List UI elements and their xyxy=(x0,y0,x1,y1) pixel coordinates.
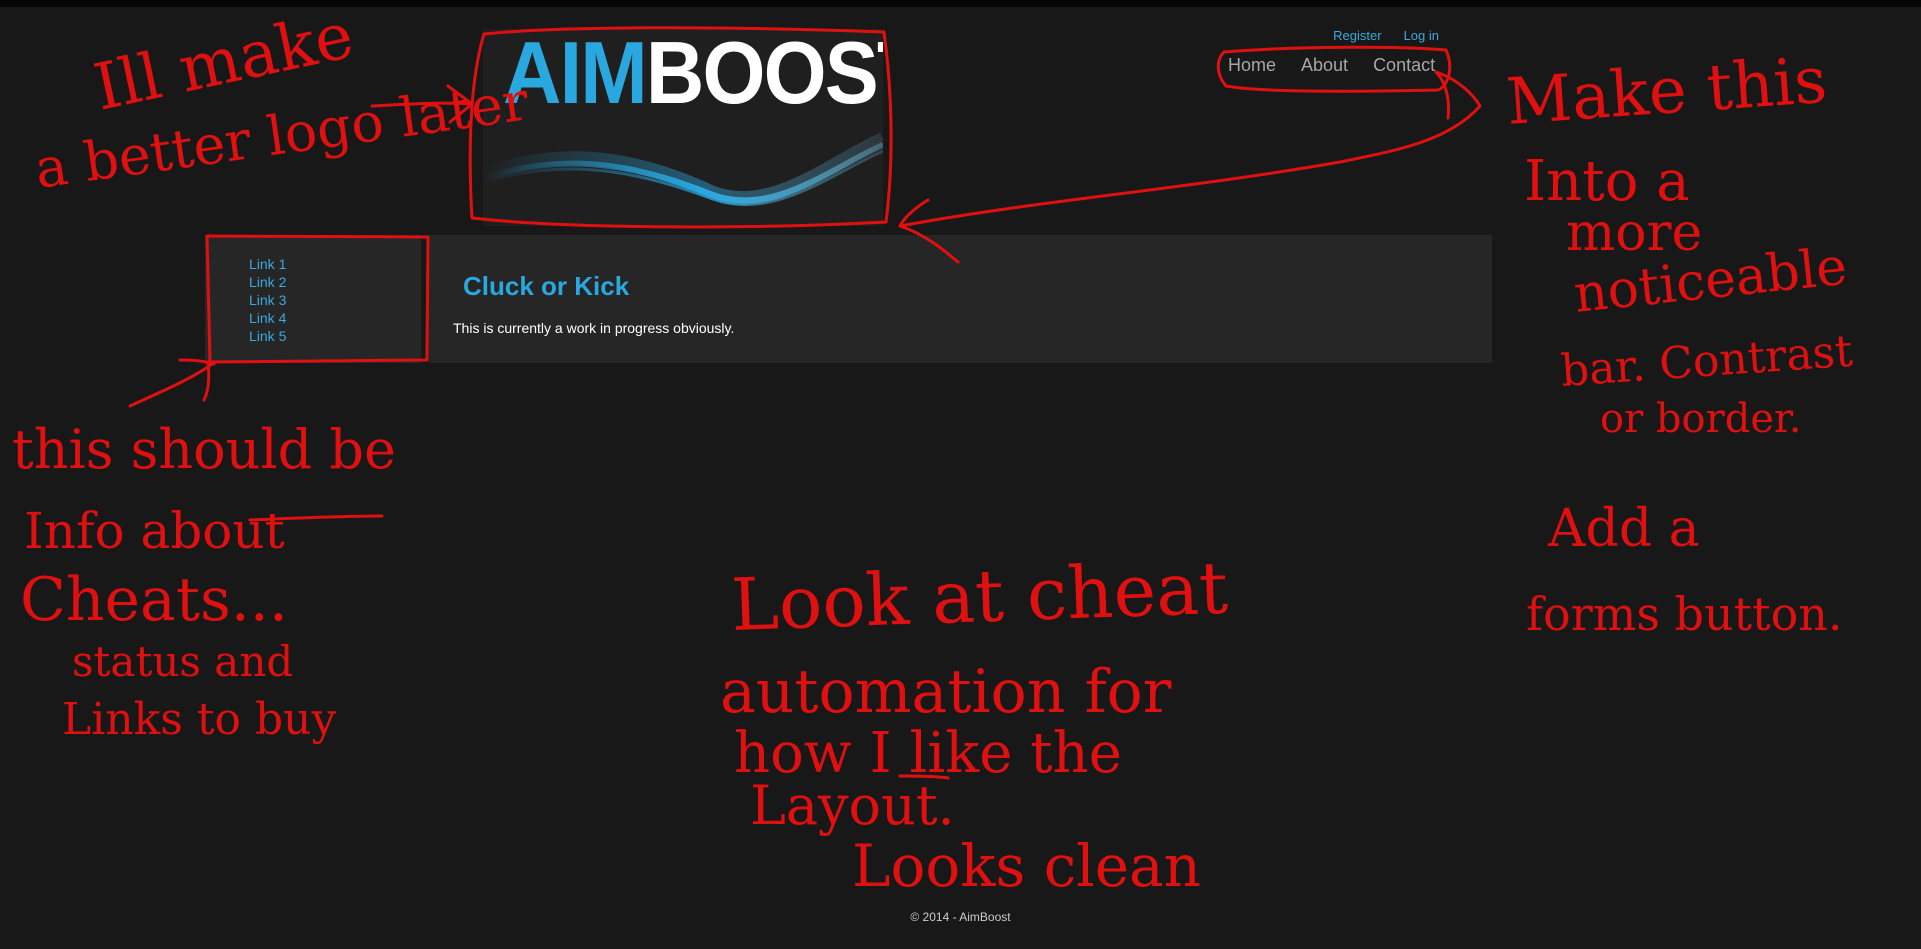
sidebar-box xyxy=(205,234,430,364)
annotation-sidebar-4: status and xyxy=(72,637,293,686)
annotation-layout-5: Looks clean xyxy=(852,832,1201,900)
annotation-sidebar-3: Cheats... xyxy=(20,565,288,635)
annotation-sidebar-1: this should be xyxy=(12,418,396,481)
annotation-sidebar-5: Links to buy xyxy=(62,694,337,745)
annotation-layout-1: Look at cheat xyxy=(730,546,1230,647)
annotation-layer: Ill make a better logo later Make this I… xyxy=(12,0,1855,900)
annotation-forms-1: Add a xyxy=(1547,499,1700,559)
nav-arrow xyxy=(898,70,1482,264)
annotation-sidebar-2: Info about xyxy=(24,502,285,560)
nav-circle xyxy=(1216,45,1452,93)
annotation-nav-1: Make this xyxy=(1504,44,1829,140)
sidebar-arrow xyxy=(128,358,216,408)
annotation-layout-2: automation for xyxy=(720,657,1172,727)
logo-circle xyxy=(468,26,893,229)
annotation-forms-2: forms button. xyxy=(1526,587,1843,641)
annotation-layout-4: Layout. xyxy=(750,774,955,837)
annotation-nav-6: or border. xyxy=(1600,396,1801,442)
annotation-nav-5: bar. Contrast xyxy=(1559,326,1854,397)
